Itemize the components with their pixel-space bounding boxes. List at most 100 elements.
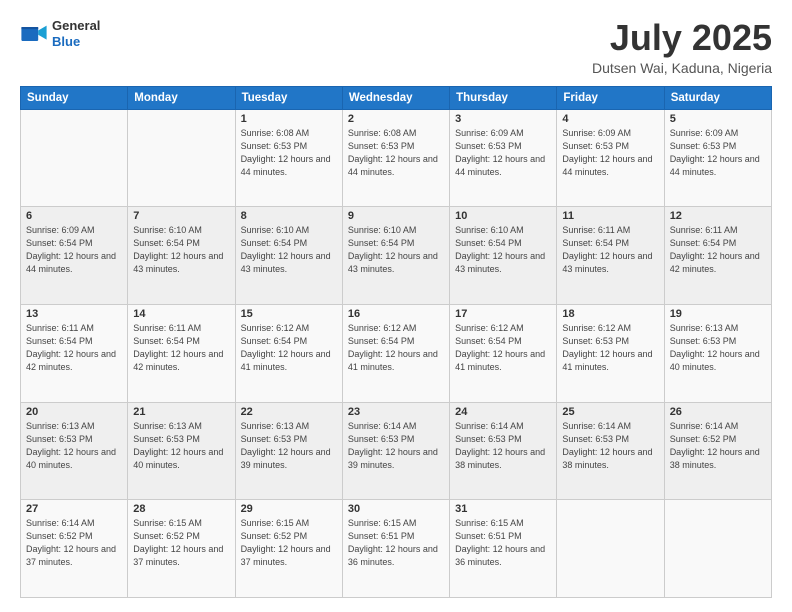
day-number: 26 xyxy=(670,406,766,418)
day-cell: 20 Sunrise: 6:13 AM Sunset: 6:53 PM Dayli… xyxy=(21,402,128,500)
day-number: 13 xyxy=(26,308,122,320)
day-info: Sunrise: 6:14 AM Sunset: 6:53 PM Dayligh… xyxy=(348,420,444,472)
week-row-0: 1 Sunrise: 6:08 AM Sunset: 6:53 PM Daylig… xyxy=(21,109,772,207)
col-monday: Monday xyxy=(128,86,235,109)
day-cell: 25 Sunrise: 6:14 AM Sunset: 6:53 PM Dayli… xyxy=(557,402,664,500)
day-cell: 10Sunrise: 6:10 AM Sunset: 6:54 PM Dayli… xyxy=(450,207,557,305)
day-info: Sunrise: 6:08 AM Sunset: 6:53 PM Dayligh… xyxy=(241,127,337,179)
week-row-3: 20 Sunrise: 6:13 AM Sunset: 6:53 PM Dayli… xyxy=(21,402,772,500)
day-info: Sunrise: 6:10 AM Sunset: 6:54 PM Dayligh… xyxy=(241,224,337,276)
logo-text-block: General Blue xyxy=(52,18,100,49)
header: General Blue July 2025 Dutsen Wai, Kadun… xyxy=(20,18,772,76)
day-number: 21 xyxy=(133,406,229,418)
day-cell: 31 Sunrise: 6:15 AM Sunset: 6:51 PM Dayli… xyxy=(450,500,557,598)
day-number: 30 xyxy=(348,503,444,515)
day-info: Sunrise: 6:10 AM Sunset: 6:54 PM Dayligh… xyxy=(348,224,444,276)
day-cell: 11 Sunrise: 6:11 AM Sunset: 6:54 PM Dayli… xyxy=(557,207,664,305)
day-info: Sunrise: 6:12 AM Sunset: 6:54 PM Dayligh… xyxy=(241,322,337,374)
day-info: Sunrise: 6:14 AM Sunset: 6:53 PM Dayligh… xyxy=(455,420,551,472)
day-number: 18 xyxy=(562,308,658,320)
logo-icon xyxy=(20,20,48,48)
day-number: 2 xyxy=(348,113,444,125)
day-info: Sunrise: 6:08 AM Sunset: 6:53 PM Dayligh… xyxy=(348,127,444,179)
day-cell: 1 Sunrise: 6:08 AM Sunset: 6:53 PM Daylig… xyxy=(235,109,342,207)
day-cell xyxy=(664,500,771,598)
day-info: Sunrise: 6:11 AM Sunset: 6:54 PM Dayligh… xyxy=(26,322,122,374)
day-info: Sunrise: 6:12 AM Sunset: 6:53 PM Dayligh… xyxy=(562,322,658,374)
day-number: 20 xyxy=(26,406,122,418)
day-number: 5 xyxy=(670,113,766,125)
calendar-body: 1 Sunrise: 6:08 AM Sunset: 6:53 PM Daylig… xyxy=(21,109,772,597)
day-info: Sunrise: 6:14 AM Sunset: 6:53 PM Dayligh… xyxy=(562,420,658,472)
day-number: 11 xyxy=(562,210,658,222)
col-saturday: Saturday xyxy=(664,86,771,109)
day-cell: 24Sunrise: 6:14 AM Sunset: 6:53 PM Dayli… xyxy=(450,402,557,500)
day-number: 6 xyxy=(26,210,122,222)
col-friday: Friday xyxy=(557,86,664,109)
day-cell: 6 Sunrise: 6:09 AM Sunset: 6:54 PM Daylig… xyxy=(21,207,128,305)
day-cell: 17 Sunrise: 6:12 AM Sunset: 6:54 PM Dayli… xyxy=(450,304,557,402)
day-info: Sunrise: 6:15 AM Sunset: 6:52 PM Dayligh… xyxy=(133,517,229,569)
day-cell: 15 Sunrise: 6:12 AM Sunset: 6:54 PM Dayli… xyxy=(235,304,342,402)
week-row-2: 13 Sunrise: 6:11 AM Sunset: 6:54 PM Dayli… xyxy=(21,304,772,402)
logo-line2: Blue xyxy=(52,34,100,50)
day-info: Sunrise: 6:14 AM Sunset: 6:52 PM Dayligh… xyxy=(26,517,122,569)
day-info: Sunrise: 6:11 AM Sunset: 6:54 PM Dayligh… xyxy=(562,224,658,276)
day-info: Sunrise: 6:13 AM Sunset: 6:53 PM Dayligh… xyxy=(670,322,766,374)
day-info: Sunrise: 6:13 AM Sunset: 6:53 PM Dayligh… xyxy=(241,420,337,472)
day-number: 12 xyxy=(670,210,766,222)
day-cell: 28 Sunrise: 6:15 AM Sunset: 6:52 PM Dayli… xyxy=(128,500,235,598)
day-cell: 16Sunrise: 6:12 AM Sunset: 6:54 PM Dayli… xyxy=(342,304,449,402)
day-number: 16 xyxy=(348,308,444,320)
day-info: Sunrise: 6:12 AM Sunset: 6:54 PM Dayligh… xyxy=(455,322,551,374)
day-info: Sunrise: 6:11 AM Sunset: 6:54 PM Dayligh… xyxy=(670,224,766,276)
day-cell: 21 Sunrise: 6:13 AM Sunset: 6:53 PM Dayli… xyxy=(128,402,235,500)
day-cell: 7 Sunrise: 6:10 AM Sunset: 6:54 PM Daylig… xyxy=(128,207,235,305)
calendar-header: Sunday Monday Tuesday Wednesday Thursday… xyxy=(21,86,772,109)
day-number: 17 xyxy=(455,308,551,320)
day-number: 22 xyxy=(241,406,337,418)
day-cell: 27Sunrise: 6:14 AM Sunset: 6:52 PM Dayli… xyxy=(21,500,128,598)
day-cell: 22 Sunrise: 6:13 AM Sunset: 6:53 PM Dayli… xyxy=(235,402,342,500)
month-title: July 2025 xyxy=(592,18,772,58)
day-info: Sunrise: 6:14 AM Sunset: 6:52 PM Dayligh… xyxy=(670,420,766,472)
day-number: 29 xyxy=(241,503,337,515)
header-row: Sunday Monday Tuesday Wednesday Thursday… xyxy=(21,86,772,109)
week-row-4: 27Sunrise: 6:14 AM Sunset: 6:52 PM Dayli… xyxy=(21,500,772,598)
col-thursday: Thursday xyxy=(450,86,557,109)
day-cell: 12 Sunrise: 6:11 AM Sunset: 6:54 PM Dayli… xyxy=(664,207,771,305)
day-info: Sunrise: 6:09 AM Sunset: 6:53 PM Dayligh… xyxy=(670,127,766,179)
day-info: Sunrise: 6:15 AM Sunset: 6:52 PM Dayligh… xyxy=(241,517,337,569)
location: Dutsen Wai, Kaduna, Nigeria xyxy=(592,60,772,76)
col-wednesday: Wednesday xyxy=(342,86,449,109)
day-number: 9 xyxy=(348,210,444,222)
day-number: 15 xyxy=(241,308,337,320)
day-number: 7 xyxy=(133,210,229,222)
day-cell: 3Sunrise: 6:09 AM Sunset: 6:53 PM Daylig… xyxy=(450,109,557,207)
day-info: Sunrise: 6:09 AM Sunset: 6:53 PM Dayligh… xyxy=(562,127,658,179)
logo: General Blue xyxy=(20,18,100,49)
calendar-page: General Blue July 2025 Dutsen Wai, Kadun… xyxy=(0,0,792,612)
day-number: 25 xyxy=(562,406,658,418)
day-cell: 8 Sunrise: 6:10 AM Sunset: 6:54 PM Daylig… xyxy=(235,207,342,305)
day-number: 8 xyxy=(241,210,337,222)
day-number: 28 xyxy=(133,503,229,515)
col-sunday: Sunday xyxy=(21,86,128,109)
day-cell: 14Sunrise: 6:11 AM Sunset: 6:54 PM Dayli… xyxy=(128,304,235,402)
day-info: Sunrise: 6:10 AM Sunset: 6:54 PM Dayligh… xyxy=(133,224,229,276)
week-row-1: 6 Sunrise: 6:09 AM Sunset: 6:54 PM Daylig… xyxy=(21,207,772,305)
day-cell: 4Sunrise: 6:09 AM Sunset: 6:53 PM Daylig… xyxy=(557,109,664,207)
day-cell xyxy=(557,500,664,598)
day-cell: 29 Sunrise: 6:15 AM Sunset: 6:52 PM Dayli… xyxy=(235,500,342,598)
day-info: Sunrise: 6:13 AM Sunset: 6:53 PM Dayligh… xyxy=(133,420,229,472)
col-tuesday: Tuesday xyxy=(235,86,342,109)
day-number: 1 xyxy=(241,113,337,125)
day-info: Sunrise: 6:13 AM Sunset: 6:53 PM Dayligh… xyxy=(26,420,122,472)
day-info: Sunrise: 6:09 AM Sunset: 6:54 PM Dayligh… xyxy=(26,224,122,276)
day-number: 14 xyxy=(133,308,229,320)
day-cell: 9 Sunrise: 6:10 AM Sunset: 6:54 PM Daylig… xyxy=(342,207,449,305)
day-info: Sunrise: 6:09 AM Sunset: 6:53 PM Dayligh… xyxy=(455,127,551,179)
day-number: 31 xyxy=(455,503,551,515)
day-info: Sunrise: 6:15 AM Sunset: 6:51 PM Dayligh… xyxy=(455,517,551,569)
day-cell xyxy=(21,109,128,207)
